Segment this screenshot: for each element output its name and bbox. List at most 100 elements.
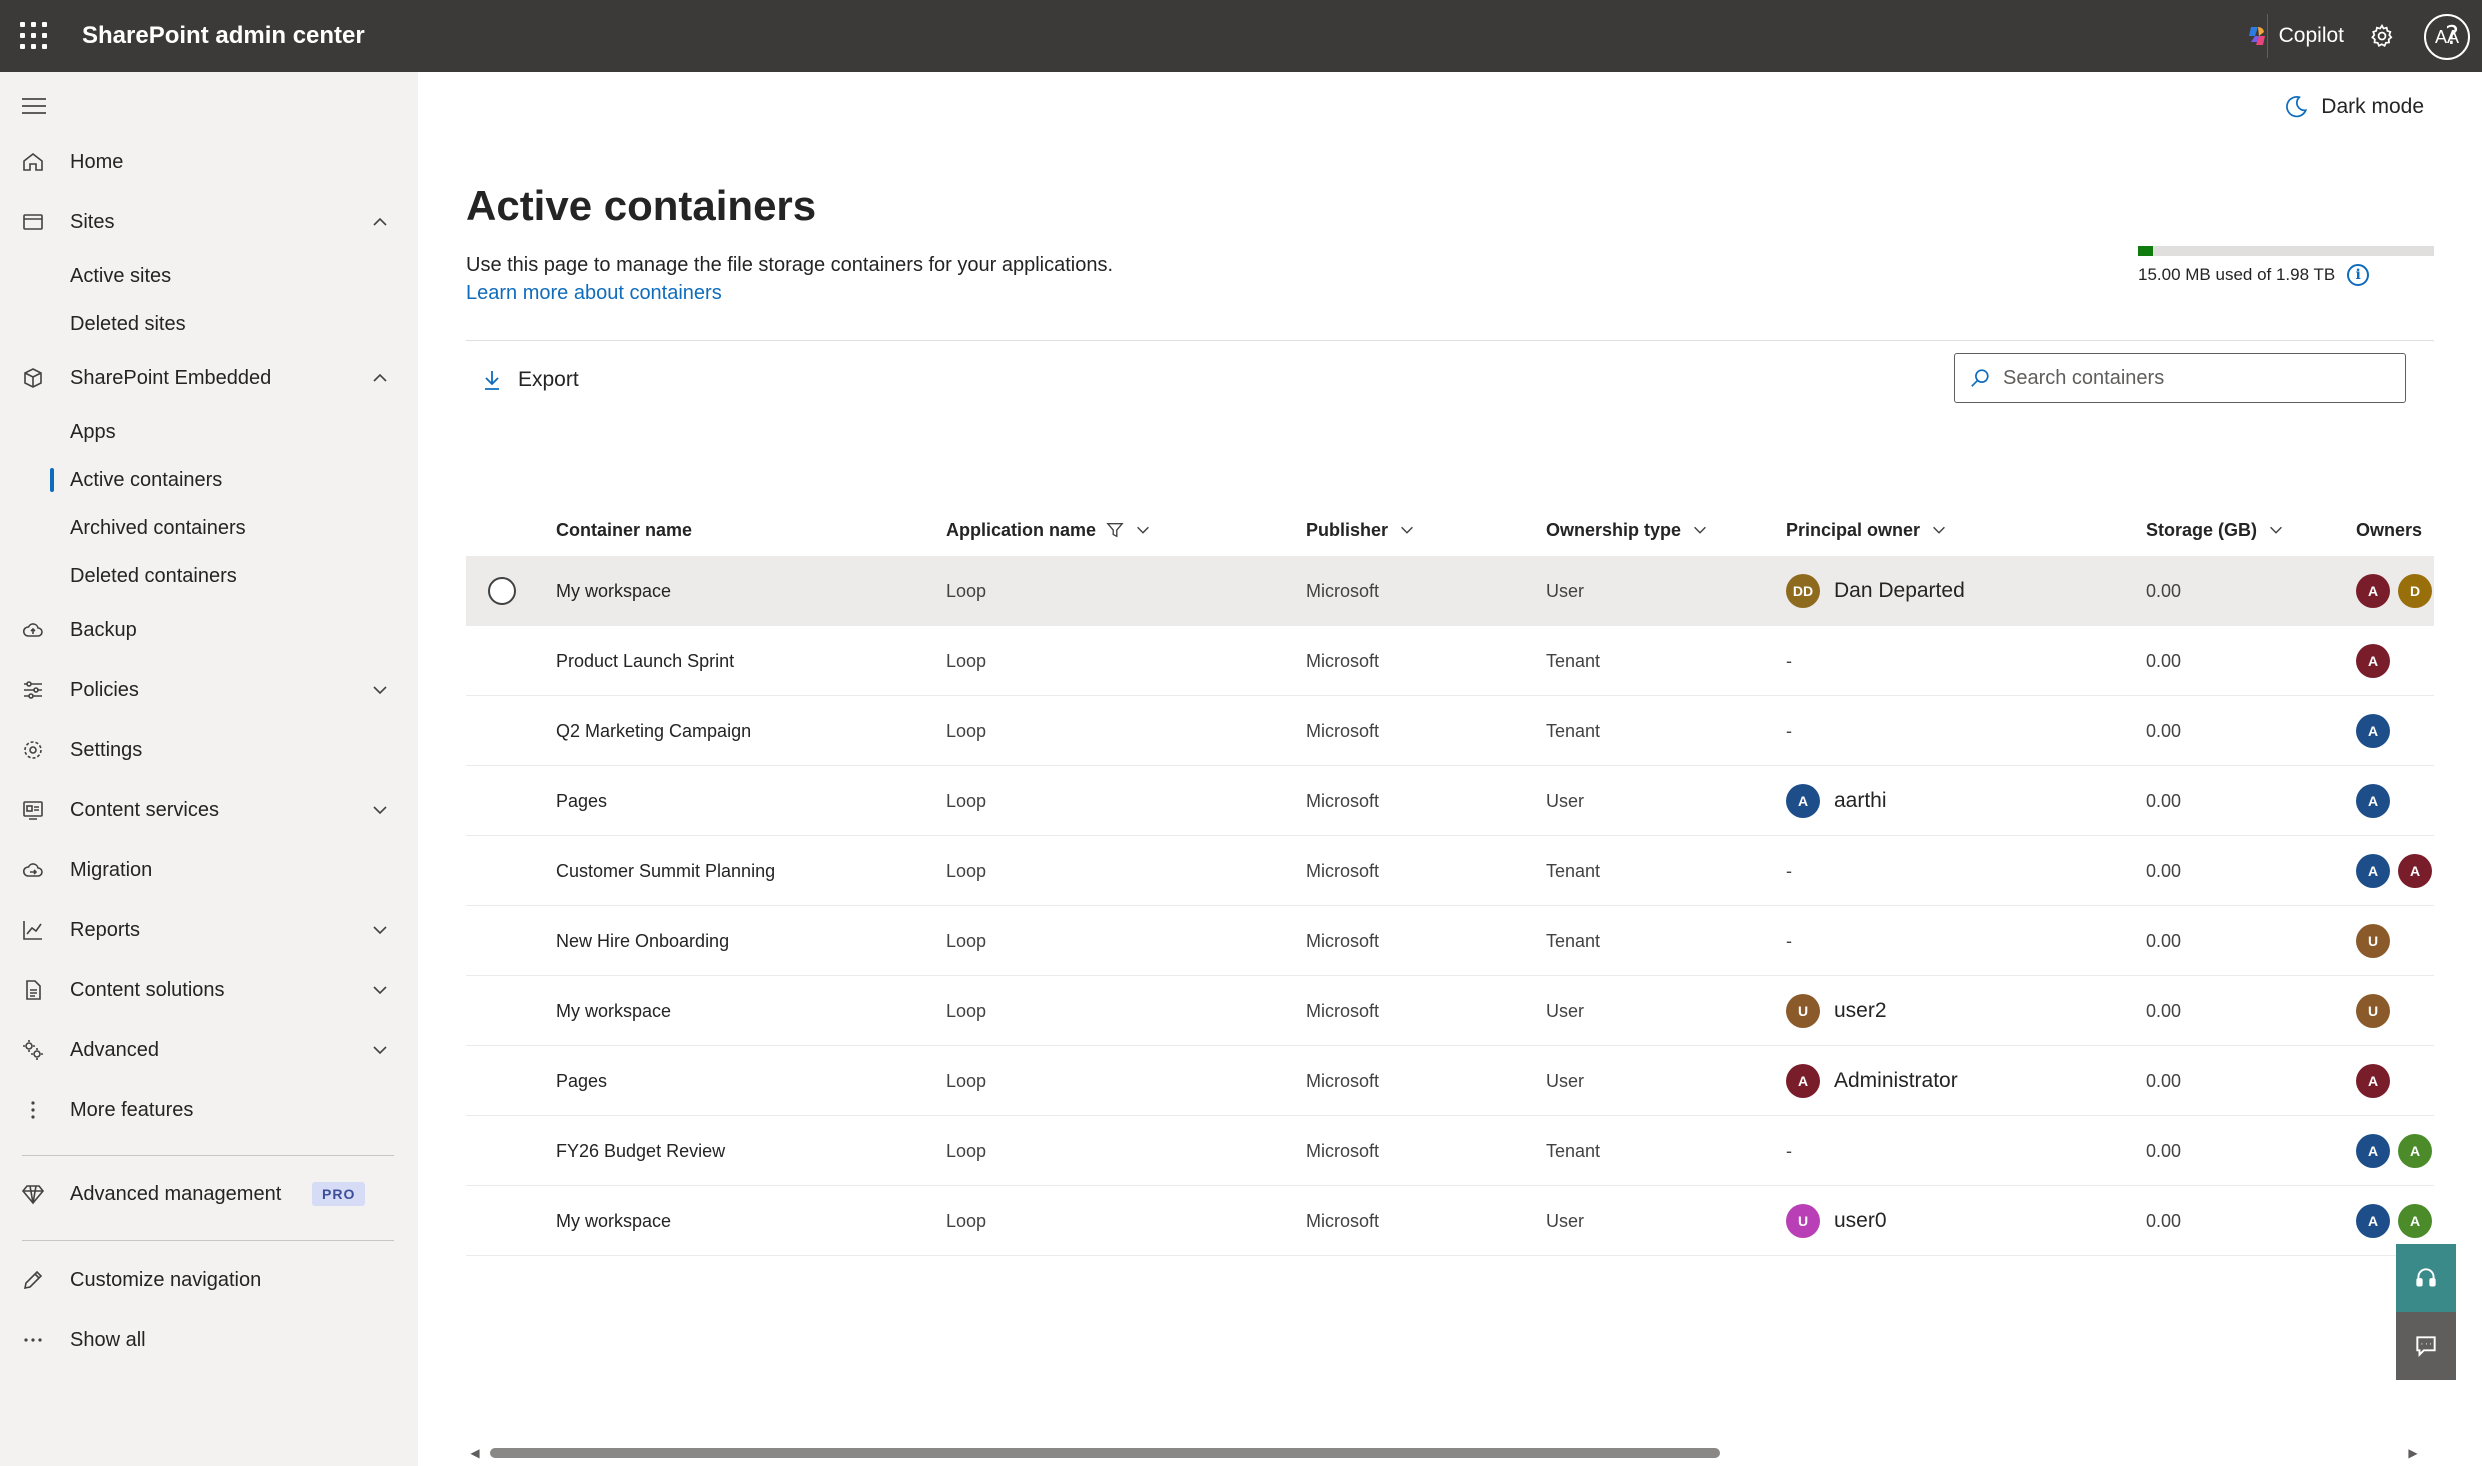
nav-apps[interactable]: Apps — [0, 410, 418, 454]
scroll-right-icon[interactable]: ▶ — [2406, 1446, 2420, 1460]
avatar[interactable]: U — [1786, 994, 1820, 1028]
nav-backup[interactable]: Backup — [0, 606, 418, 654]
table-row[interactable]: Q2 Marketing Campaign Loop Microsoft Tenant… — [466, 696, 2434, 766]
nav-advanced-management[interactable]: Advanced management PRO — [0, 1170, 418, 1218]
chevron-up-icon[interactable] — [368, 210, 392, 234]
owner-avatar[interactable]: A — [2356, 1204, 2390, 1238]
table-row[interactable]: My workspace Loop Microsoft User DD Dan Depar… — [466, 556, 2434, 626]
owner-avatar[interactable]: A — [2398, 854, 2432, 888]
avatar[interactable]: A — [1786, 784, 1820, 818]
chevron-down-icon[interactable] — [368, 798, 392, 822]
owner-avatar[interactable]: A — [2356, 1064, 2390, 1098]
learn-more-link[interactable]: Learn more about containers — [466, 282, 722, 305]
nav-policies[interactable]: Policies — [0, 666, 418, 714]
search-box[interactable] — [1954, 353, 2406, 403]
nav-home[interactable]: Home — [0, 138, 418, 186]
principal-owner-name[interactable]: aarthi — [1834, 789, 1887, 813]
owner-avatar[interactable]: D — [2398, 574, 2432, 608]
chevron-down-icon[interactable] — [1134, 521, 1152, 539]
container-name-cell[interactable]: Q2 Marketing Campaign — [556, 696, 751, 766]
nav-sites[interactable]: Sites — [0, 198, 418, 246]
container-name-cell[interactable]: FY26 Budget Review — [556, 1116, 725, 1186]
column-principal-owner[interactable]: Principal owner — [1786, 504, 1948, 556]
principal-owner-name[interactable]: Dan Departed — [1834, 579, 1965, 603]
nav-reports[interactable]: Reports — [0, 906, 418, 954]
table-row[interactable]: Pages Loop Microsoft User Aaarthi 0.00 A — [466, 766, 2434, 836]
container-name-cell[interactable]: My workspace — [556, 976, 671, 1046]
copilot-button[interactable]: Copilot — [2245, 18, 2344, 54]
nav-more-features[interactable]: More features — [0, 1086, 418, 1134]
scrollbar-thumb[interactable] — [490, 1448, 1720, 1458]
owner-avatar[interactable]: A — [2398, 1204, 2432, 1238]
nav-migration[interactable]: Migration — [0, 846, 418, 894]
nav-deleted-sites[interactable]: Deleted sites — [0, 302, 418, 346]
app-title[interactable]: SharePoint admin center — [82, 22, 365, 50]
container-name-cell[interactable]: Pages — [556, 1046, 607, 1116]
nav-content-solutions[interactable]: Content solutions — [0, 966, 418, 1014]
nav-archived-containers[interactable]: Archived containers — [0, 506, 418, 550]
table-row[interactable]: Customer Summit Planning Loop Microsoft Ten… — [466, 836, 2434, 906]
nav-content-services[interactable]: Content services — [0, 786, 418, 834]
dark-mode-toggle[interactable]: Dark mode — [2283, 94, 2424, 120]
nav-advanced[interactable]: Advanced — [0, 1026, 418, 1074]
chevron-down-icon[interactable] — [368, 918, 392, 942]
chevron-down-icon[interactable] — [368, 978, 392, 1002]
help-support-button[interactable] — [2396, 1244, 2456, 1312]
filter-icon[interactable] — [1106, 521, 1124, 539]
column-container-name[interactable]: Container name — [556, 504, 692, 556]
owner-avatar[interactable]: A — [2356, 644, 2390, 678]
table-row[interactable]: FY26 Budget Review Loop Microsoft Tenant - 0.… — [466, 1116, 2434, 1186]
container-name-cell[interactable]: Product Launch Sprint — [556, 626, 734, 696]
hamburger-icon[interactable] — [22, 98, 46, 119]
owner-avatar[interactable]: A — [2398, 1134, 2432, 1168]
owner-avatar[interactable]: A — [2356, 1134, 2390, 1168]
chevron-down-icon[interactable] — [368, 1038, 392, 1062]
nav-customize-navigation[interactable]: Customize navigation — [0, 1256, 418, 1304]
chevron-down-icon[interactable] — [1930, 521, 1948, 539]
container-name-cell[interactable]: New Hire Onboarding — [556, 906, 729, 976]
owner-avatar[interactable]: A — [2356, 714, 2390, 748]
search-input[interactable] — [2003, 366, 2383, 390]
column-application-name[interactable]: Application name — [946, 504, 1152, 556]
owner-avatar[interactable]: A — [2356, 574, 2390, 608]
export-button[interactable]: Export — [480, 360, 579, 400]
column-owners[interactable]: Owners — [2356, 504, 2422, 556]
nav-deleted-containers[interactable]: Deleted containers — [0, 554, 418, 598]
table-row[interactable]: Pages Loop Microsoft User A Administrator 0.00… — [466, 1046, 2434, 1116]
chevron-up-icon[interactable] — [368, 366, 392, 390]
column-ownership-type[interactable]: Ownership type — [1546, 504, 1709, 556]
chevron-down-icon[interactable] — [1691, 521, 1709, 539]
info-icon[interactable]: i — [2347, 264, 2370, 286]
principal-owner-name[interactable]: Administrator — [1834, 1069, 1958, 1093]
nav-show-all[interactable]: Show all — [0, 1316, 418, 1364]
table-row[interactable]: New Hire Onboarding Loop Microsoft Tenant - 0… — [466, 906, 2434, 976]
horizontal-scrollbar[interactable]: ◀ ▶ — [466, 1444, 2434, 1460]
avatar[interactable]: A — [1786, 1064, 1820, 1098]
table-row[interactable]: My workspace Loop Microsoft User Uuser0 0.00 A… — [466, 1186, 2434, 1256]
chevron-down-icon[interactable] — [1398, 521, 1416, 539]
container-name-cell[interactable]: My workspace — [556, 556, 671, 626]
owner-avatar[interactable]: U — [2356, 994, 2390, 1028]
container-name-cell[interactable]: Pages — [556, 766, 607, 836]
avatar[interactable]: AA — [2424, 14, 2470, 60]
nav-settings[interactable]: Settings — [0, 726, 418, 774]
avatar[interactable]: DD — [1786, 574, 1820, 608]
nav-sharepoint-embedded[interactable]: SharePoint Embedded — [0, 354, 418, 402]
chevron-down-icon[interactable] — [2267, 521, 2285, 539]
nav-active-sites[interactable]: Active sites — [0, 254, 418, 298]
container-name-cell[interactable]: My workspace — [556, 1186, 671, 1256]
owner-avatar[interactable]: A — [2356, 784, 2390, 818]
row-select-radio[interactable] — [488, 577, 516, 605]
gear-icon[interactable] — [2364, 18, 2400, 54]
owner-avatar[interactable]: U — [2356, 924, 2390, 958]
feedback-button[interactable] — [2396, 1312, 2456, 1380]
scroll-left-icon[interactable]: ◀ — [468, 1446, 482, 1460]
principal-owner-name[interactable]: user2 — [1834, 999, 1887, 1023]
waffle-icon[interactable] — [20, 22, 48, 50]
column-publisher[interactable]: Publisher — [1306, 504, 1416, 556]
principal-owner-name[interactable]: user0 — [1834, 1209, 1887, 1233]
table-row[interactable]: Product Launch Sprint Loop Microsoft Tenant… — [466, 626, 2434, 696]
chevron-down-icon[interactable] — [368, 678, 392, 702]
container-name-cell[interactable]: Customer Summit Planning — [556, 836, 775, 906]
avatar[interactable]: U — [1786, 1204, 1820, 1238]
